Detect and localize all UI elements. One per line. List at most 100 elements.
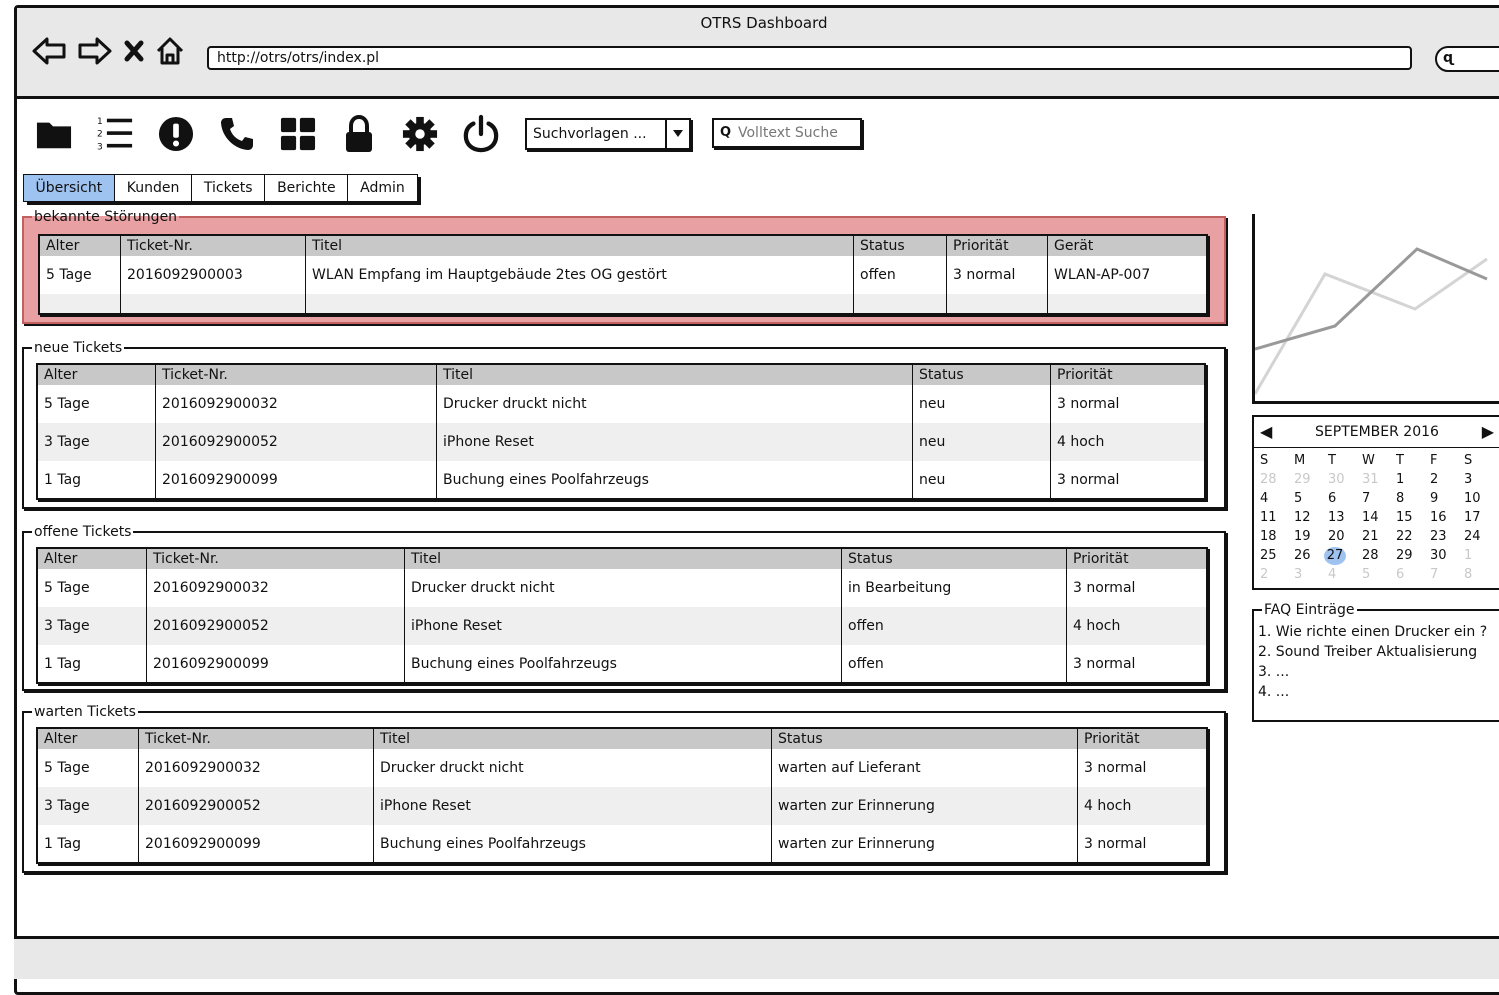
calendar-day[interactable]: 17 <box>1464 509 1498 527</box>
calendar-day[interactable]: 3 <box>1464 471 1498 489</box>
col-status[interactable]: Status <box>841 548 1067 569</box>
table-row[interactable]: 5 Tage 2016092900032 Drucker druckt nich… <box>37 569 1207 607</box>
calendar-day[interactable]: 2 <box>1430 471 1464 489</box>
cell-titel[interactable]: Buchung eines Poolfahrzeugs <box>373 825 772 863</box>
calendar-day[interactable]: 29 <box>1294 471 1328 489</box>
calendar-day[interactable]: 26 <box>1294 547 1328 565</box>
cell-ticket-nr[interactable]: 2016092900052 <box>146 607 405 645</box>
tab-tickets[interactable]: Tickets <box>190 174 266 202</box>
cell-titel[interactable]: Drucker druckt nicht <box>436 385 913 423</box>
dashboard-grid-icon[interactable] <box>280 114 316 154</box>
calendar-day[interactable]: 9 <box>1430 490 1464 508</box>
cell-ticket-nr[interactable]: 2016092900099 <box>138 825 374 863</box>
calendar-day[interactable]: 13 <box>1328 509 1362 527</box>
tab-berichte[interactable]: Berichte <box>264 174 349 202</box>
table-row[interactable]: 5 Tage 2016092900032 Drucker druckt nich… <box>37 385 1205 423</box>
calendar-day[interactable]: 18 <box>1260 528 1294 546</box>
calendar-day[interactable]: 8 <box>1396 490 1430 508</box>
cell-ticket-nr[interactable]: 2016092900032 <box>155 385 437 423</box>
col-titel[interactable]: Titel <box>305 235 854 256</box>
calendar-day[interactable]: 4 <box>1328 566 1362 584</box>
calendar-day[interactable]: 30 <box>1328 471 1362 489</box>
table-row[interactable]: 3 Tage 2016092900052 iPhone Reset neu 4 … <box>37 423 1205 461</box>
cell-titel[interactable]: Buchung eines Poolfahrzeugs <box>436 461 913 499</box>
col-status[interactable]: Status <box>912 364 1051 385</box>
cell-titel[interactable]: Buchung eines Poolfahrzeugs <box>404 645 842 683</box>
faq-item[interactable]: 4. ... <box>1258 682 1499 702</box>
tab-uebersicht[interactable]: Übersicht <box>22 174 116 202</box>
col-titel[interactable]: Titel <box>373 728 772 749</box>
calendar-day[interactable]: 25 <box>1260 547 1294 565</box>
cell-ticket-nr[interactable]: 2016092900052 <box>155 423 437 461</box>
faq-item[interactable]: 3. ... <box>1258 662 1499 682</box>
calendar-day[interactable]: 28 <box>1362 547 1396 565</box>
cell-titel[interactable]: iPhone Reset <box>404 607 842 645</box>
url-bar[interactable]: http://otrs/otrs/index.pl <box>207 46 1412 70</box>
cell-ticket-nr[interactable]: 2016092900099 <box>146 645 405 683</box>
folder-icon[interactable] <box>36 114 72 154</box>
calendar-day[interactable]: 31 <box>1362 471 1396 489</box>
col-status[interactable]: Status <box>771 728 1078 749</box>
col-alter[interactable]: Alter <box>37 548 147 569</box>
tab-kunden[interactable]: Kunden <box>113 174 193 202</box>
search-templates-select[interactable]: Suchvorlagen ... <box>525 118 691 150</box>
calendar-day[interactable]: 7 <box>1362 490 1396 508</box>
gear-icon[interactable] <box>402 114 438 154</box>
browser-search-field[interactable]: ɋ <box>1435 46 1499 72</box>
col-prioritaet[interactable]: Priorität <box>1077 728 1207 749</box>
chevron-right-icon[interactable]: ▶ <box>1482 417 1494 447</box>
cell-titel[interactable]: iPhone Reset <box>373 787 772 825</box>
calendar-day[interactable]: 1 <box>1396 471 1430 489</box>
calendar-day[interactable]: 29 <box>1396 547 1430 565</box>
col-prioritaet[interactable]: Priorität <box>1066 548 1207 569</box>
calendar-day[interactable]: 14 <box>1362 509 1396 527</box>
col-alter[interactable]: Alter <box>37 364 156 385</box>
table-row[interactable]: 5 Tage 2016092900032 Drucker druckt nich… <box>37 749 1207 787</box>
calendar-day[interactable]: 20 <box>1328 528 1362 546</box>
calendar-day[interactable]: 22 <box>1396 528 1430 546</box>
cell-ticket-nr[interactable]: 2016092900099 <box>155 461 437 499</box>
col-titel[interactable]: Titel <box>436 364 913 385</box>
lock-icon[interactable] <box>341 114 377 154</box>
calendar-day[interactable]: 15 <box>1396 509 1430 527</box>
calendar-day[interactable]: 4 <box>1260 490 1294 508</box>
back-icon[interactable] <box>31 36 67 66</box>
col-status[interactable]: Status <box>853 235 947 256</box>
forward-icon[interactable] <box>77 36 113 66</box>
calendar-day[interactable]: 7 <box>1430 566 1464 584</box>
calendar-day[interactable]: 2 <box>1260 566 1294 584</box>
calendar-day[interactable]: 5 <box>1294 490 1328 508</box>
cell-titel[interactable]: WLAN Empfang im Hauptgebäude 2tes OG ges… <box>305 256 854 294</box>
cell-ticket-nr[interactable]: 2016092900032 <box>146 569 405 607</box>
calendar-day[interactable]: 21 <box>1362 528 1396 546</box>
col-prioritaet[interactable]: Priorität <box>1050 364 1205 385</box>
table-row[interactable]: 1 Tag 2016092900099 Buchung eines Poolfa… <box>37 461 1205 499</box>
cell-titel[interactable]: iPhone Reset <box>436 423 913 461</box>
col-ticket-nr[interactable]: Ticket-Nr. <box>146 548 405 569</box>
calendar-day[interactable]: 6 <box>1328 490 1362 508</box>
calendar-day[interactable]: 10 <box>1464 490 1498 508</box>
cell-ticket-nr[interactable]: 2016092900003 <box>120 256 306 294</box>
fulltext-search-input[interactable]: Q Volltext Suche <box>712 118 862 148</box>
alert-icon[interactable] <box>158 114 194 154</box>
phone-icon[interactable] <box>219 114 255 154</box>
cell-ticket-nr[interactable]: 2016092900032 <box>138 749 374 787</box>
faq-item[interactable]: 2. Sound Treiber Aktualisierung <box>1258 642 1499 662</box>
col-titel[interactable]: Titel <box>404 548 842 569</box>
col-geraet[interactable]: Gerät <box>1047 235 1207 256</box>
calendar-day[interactable]: 30 <box>1430 547 1464 565</box>
table-row[interactable]: 1 Tag 2016092900099 Buchung eines Poolfa… <box>37 645 1207 683</box>
tab-admin[interactable]: Admin <box>347 174 418 202</box>
calendar-day[interactable]: 8 <box>1464 566 1498 584</box>
home-icon[interactable] <box>155 36 185 66</box>
cell-titel[interactable]: Drucker druckt nicht <box>373 749 772 787</box>
calendar-day-selected[interactable]: 27 <box>1324 547 1346 565</box>
calendar-day[interactable]: 24 <box>1464 528 1498 546</box>
calendar-day[interactable]: 16 <box>1430 509 1464 527</box>
calendar-day[interactable]: 5 <box>1362 566 1396 584</box>
power-icon[interactable] <box>463 114 499 154</box>
stop-icon[interactable] <box>123 38 145 64</box>
table-row[interactable]: 3 Tage 2016092900052 iPhone Reset warten… <box>37 787 1207 825</box>
calendar-day[interactable]: 28 <box>1260 471 1294 489</box>
calendar-day[interactable]: 1 <box>1464 547 1498 565</box>
